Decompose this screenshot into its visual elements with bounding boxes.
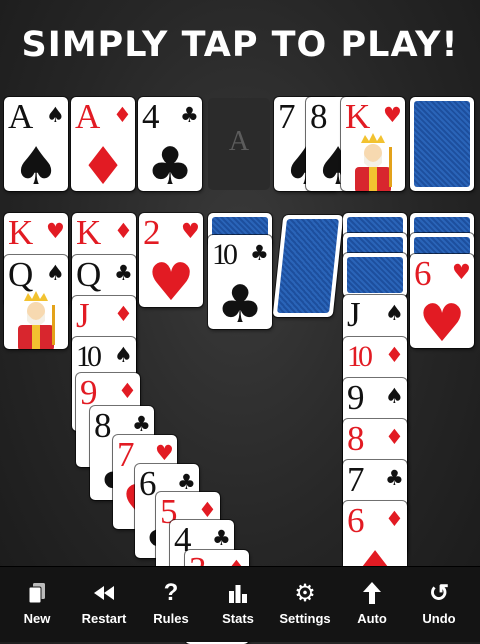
card-suit-icon: ♥ <box>383 103 402 127</box>
card-rank: K <box>76 213 101 252</box>
card-rank: 8 <box>310 97 327 136</box>
gear-icon: ⚙ <box>294 579 316 607</box>
card-rank: 10 <box>212 238 238 271</box>
card-rank: Q <box>76 255 101 294</box>
card-rank: 6 <box>347 501 364 540</box>
card-suit-icon: ♦ <box>198 498 217 522</box>
card-rank: J <box>347 295 361 334</box>
settings-button[interactable]: ⚙ Settings <box>271 567 339 642</box>
card-suit-icon: ♠ <box>114 343 133 367</box>
card-suit-icon: ♠ <box>385 384 404 408</box>
card-suit-icon: ♣ <box>177 470 196 494</box>
bottom-toolbar: New Restart ? Rules Stats ⚙ Settings Aut… <box>0 566 480 642</box>
card-suit-icon: ♣ <box>250 241 269 265</box>
card-rank: A <box>75 97 100 136</box>
card-rank: 10 <box>347 340 373 373</box>
settings-label: Settings <box>279 611 331 626</box>
promo-banner: SIMPLY TAP TO PLAY! <box>0 0 480 90</box>
arrow-up-icon <box>338 581 406 605</box>
card-suit-icon: ♥ <box>155 441 174 465</box>
card-rank: J <box>76 296 90 335</box>
restart-label: Restart <box>81 611 127 626</box>
card-rank: 7 <box>347 460 364 499</box>
auto-label: Auto <box>357 611 387 626</box>
card-rank: 7 <box>278 97 295 136</box>
card-suit-icon: ♦ <box>385 507 404 531</box>
card-suit-icon: ♣ <box>114 261 133 285</box>
card-rank: K <box>8 213 33 252</box>
new-button[interactable]: New <box>3 567 71 642</box>
card-suit-icon: ♠ <box>46 261 65 285</box>
king-portrait-icon <box>343 133 403 191</box>
card-suit-icon: ♦ <box>114 302 133 326</box>
card-center-suit-icon: ♠ <box>12 137 60 191</box>
card-suit-icon: ♥ <box>181 219 200 243</box>
stock-pile[interactable] <box>410 97 474 191</box>
rules-label: Rules <box>153 611 189 626</box>
card-suit-icon: ♣ <box>132 412 151 436</box>
card-rank: 9 <box>347 378 364 417</box>
card-center-suit-icon: ♥ <box>147 253 195 307</box>
card-suit-icon: ♣ <box>180 103 199 127</box>
face-down-card <box>343 253 407 297</box>
card-rank: Q <box>8 255 33 294</box>
tableau-ten-clubs[interactable]: 10 ♣ ♣ <box>208 235 272 329</box>
undo-button[interactable]: ↺ Undo <box>405 567 473 642</box>
foundation-four-clubs[interactable]: 4 ♣ ♣ <box>138 97 202 191</box>
undo-label: Undo <box>422 611 456 626</box>
tableau-queen-spades[interactable]: Q ♠ <box>4 255 68 349</box>
question-icon: ? <box>163 579 179 606</box>
waste-king-hearts[interactable]: K ♥ <box>341 97 405 191</box>
card-suit-icon: ♣ <box>212 526 231 550</box>
card-suit-icon: ♠ <box>46 103 65 127</box>
card-suit-icon: ♦ <box>113 103 132 127</box>
foundation-placeholder-label: A <box>228 126 250 157</box>
moving-card-back[interactable] <box>272 215 344 317</box>
stats-button[interactable]: Stats <box>204 567 272 642</box>
tableau-two-hearts[interactable]: 2 ♥ ♥ <box>139 213 203 307</box>
card-rank: 4 <box>142 97 159 136</box>
card-center-suit-icon: ♦ <box>79 137 127 191</box>
card-rank: 10 <box>76 340 102 373</box>
card-rank: 6 <box>414 254 431 293</box>
card-rank: 8 <box>94 406 111 445</box>
foundation-empty-slot[interactable]: A <box>208 98 270 190</box>
card-suit-icon: ♦ <box>118 379 137 403</box>
card-center-suit-icon: ♣ <box>146 137 194 191</box>
restart-button[interactable]: Restart <box>70 567 138 642</box>
stats-label: Stats <box>222 611 254 626</box>
card-suit-icon: ♣ <box>385 466 404 490</box>
card-rank: K <box>345 97 370 136</box>
card-center-suit-icon: ♣ <box>216 275 264 329</box>
new-cards-icon <box>3 581 71 605</box>
card-rank: A <box>8 97 33 136</box>
card-rank: 7 <box>117 435 134 474</box>
card-rank: 2 <box>143 213 160 252</box>
tableau-six-hearts[interactable]: 6 ♥ ♥ <box>410 254 474 348</box>
auto-button[interactable]: Auto <box>338 567 406 642</box>
card-center-suit-icon: ♥ <box>418 294 466 348</box>
card-rank: 6 <box>139 464 156 503</box>
card-suit-icon: ♥ <box>46 219 65 243</box>
card-suit-icon: ♥ <box>452 260 471 284</box>
rewind-icon <box>70 581 138 605</box>
new-label: New <box>23 611 51 626</box>
card-suit-icon: ♦ <box>385 343 404 367</box>
undo-icon: ↺ <box>428 579 450 607</box>
foundation-ace-spades[interactable]: A ♠ ♠ <box>4 97 68 191</box>
rules-button[interactable]: ? Rules <box>137 567 205 642</box>
card-suit-icon: ♦ <box>114 219 133 243</box>
foundation-ace-diamonds[interactable]: A ♦ ♦ <box>71 97 135 191</box>
card-suit-icon: ♦ <box>385 425 404 449</box>
queen-portrait-icon <box>6 291 66 349</box>
card-suit-icon: ♠ <box>385 301 404 325</box>
card-rank: 8 <box>347 419 364 458</box>
banner-text: SIMPLY TAP TO PLAY! <box>21 25 459 65</box>
bar-chart-icon <box>204 581 272 605</box>
